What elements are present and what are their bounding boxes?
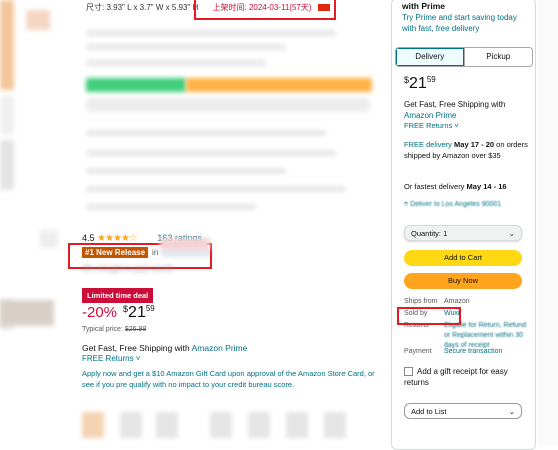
- deliver-to-text: Deliver to Los Angeles 90001: [410, 201, 502, 208]
- typical-price-label: Typical price:: [82, 326, 123, 333]
- add-to-list-button[interactable]: Add to List ⌄: [404, 403, 522, 419]
- gift-receipt-checkbox[interactable]: [404, 367, 413, 377]
- fastest-delivery: Or fastest delivery May 14 - 16: [404, 182, 507, 191]
- blurred-desc-line: [86, 186, 346, 192]
- free-delivery-link[interactable]: FREE delivery: [404, 140, 452, 149]
- thumbnail-strip: [0, 0, 14, 446]
- payment-row: Payment Secure transaction: [404, 348, 502, 355]
- tab-pickup[interactable]: Pickup: [465, 48, 533, 66]
- blurred-desc-line: [86, 168, 286, 174]
- variant-swatch[interactable]: [324, 412, 346, 438]
- blurred-color-bar: [86, 98, 370, 112]
- variant-swatch[interactable]: [248, 412, 270, 438]
- variant-swatch[interactable]: [156, 412, 178, 438]
- variant-swatch[interactable]: [286, 412, 308, 438]
- highlight-box-sold-by: [397, 307, 461, 325]
- returns-label: Returns: [404, 322, 429, 329]
- thumbnail-image[interactable]: [26, 10, 50, 30]
- free-returns-link[interactable]: FREE Returns ˅: [404, 121, 459, 130]
- blurred-color-bar: [86, 78, 186, 92]
- blurred-desc-line: [86, 150, 336, 156]
- price-cents: 59: [145, 304, 155, 313]
- variant-swatch[interactable]: [210, 412, 232, 438]
- fast-shipping: Get Fast, Free Shipping with Amazon Prim…: [404, 99, 505, 121]
- thumbnail-image[interactable]: [0, 300, 54, 326]
- page-edge: [538, 0, 558, 446]
- add-to-cart-button[interactable]: Add to Cart: [404, 250, 522, 266]
- add-to-list-label: Add to List: [411, 407, 447, 416]
- blurred-color-bar: [186, 78, 372, 92]
- quantity-select[interactable]: Quantity: 1 ⌄: [404, 225, 522, 241]
- blurred-title-line: [86, 44, 286, 50]
- deliver-to-link[interactable]: ⌾ Deliver to Los Angeles 90001: [404, 201, 501, 209]
- chevron-down-icon: ⌄: [508, 229, 515, 238]
- gift-receipt-label: Add a gift receipt for easy returns: [404, 367, 508, 387]
- payment-label: Payment: [404, 348, 432, 355]
- discount-percent: -20%: [82, 304, 118, 321]
- thumbnail-image[interactable]: [40, 230, 58, 248]
- price-cents: 59: [426, 75, 436, 84]
- ships-from-value: Amazon: [444, 298, 470, 305]
- free-returns-link[interactable]: FREE Returns ˅: [82, 354, 140, 363]
- dimensions-text: 尺寸: 3.93" L x 3.7" W x 5.93" H: [86, 3, 199, 12]
- returns-policy-link[interactable]: Eligible for Return, Refund or Replaceme…: [444, 321, 530, 351]
- try-prime-link[interactable]: Try Prime and start saving today with fa…: [402, 12, 532, 34]
- fastest-delivery-date: May 14 - 16: [466, 182, 507, 191]
- gift-receipt-option[interactable]: Add a gift receipt for easy returns: [404, 366, 529, 388]
- typical-price: Typical price: $26.99: [82, 326, 146, 333]
- buybox-price: $2159: [404, 75, 436, 93]
- free-delivery-info: FREE delivery May 17 - 20 on orders ship…: [404, 139, 529, 161]
- highlight-box-date: [194, 0, 336, 20]
- variant-swatch[interactable]: [120, 412, 142, 438]
- variant-swatch[interactable]: [82, 412, 104, 438]
- blurred-desc-line: [86, 204, 256, 210]
- prime-link[interactable]: Amazon Prime: [192, 343, 248, 353]
- chevron-down-icon: ⌄: [508, 407, 515, 416]
- quantity-label: Quantity: 1: [411, 229, 448, 238]
- ships-from-label: Ships from: [404, 298, 438, 305]
- blurred-desc-line: [86, 130, 326, 136]
- blurred-title-line: [86, 60, 266, 66]
- fastest-delivery-text: Or fastest delivery: [404, 182, 465, 191]
- delivery-tabs: Delivery Pickup: [395, 47, 533, 67]
- tab-delivery[interactable]: Delivery: [396, 48, 465, 66]
- blurred-title-line: [86, 30, 336, 36]
- deal-badge: Limited time deal: [82, 288, 154, 303]
- buy-box: with Prime Try Prime and start saving to…: [391, 0, 536, 450]
- buy-now-button[interactable]: Buy Now: [404, 273, 522, 289]
- secure-transaction-link[interactable]: Secure transaction: [444, 348, 502, 355]
- shipping-line: Get Fast, Free Shipping with Amazon Prim…: [82, 343, 247, 353]
- typical-price-value: $26.99: [124, 326, 147, 333]
- product-info: 尺寸: 3.93" L x 3.7" W x 5.93" H 上架时间: 202…: [68, 0, 382, 446]
- store-card-offer[interactable]: Apply now and get a $10 Amazon Gift Card…: [82, 368, 382, 390]
- location-pin-icon: ⌾: [404, 201, 409, 208]
- free-delivery-date: May 17 - 20: [454, 140, 495, 149]
- shipping-text: Get Fast, Free Shipping with: [82, 343, 190, 353]
- bought-count: 2K+ bought in past month: [82, 264, 174, 273]
- prime-header: with Prime: [402, 1, 445, 11]
- price-whole: 21: [409, 75, 427, 92]
- blurred-overlay: [160, 238, 210, 250]
- price-whole: 21: [128, 304, 146, 321]
- rating-value: 4.5: [82, 233, 95, 243]
- price-line: -20% $2159: [82, 304, 155, 322]
- prime-link[interactable]: Amazon Prime: [404, 111, 456, 120]
- fast-shipping-text: Get Fast, Free Shipping with: [404, 100, 506, 109]
